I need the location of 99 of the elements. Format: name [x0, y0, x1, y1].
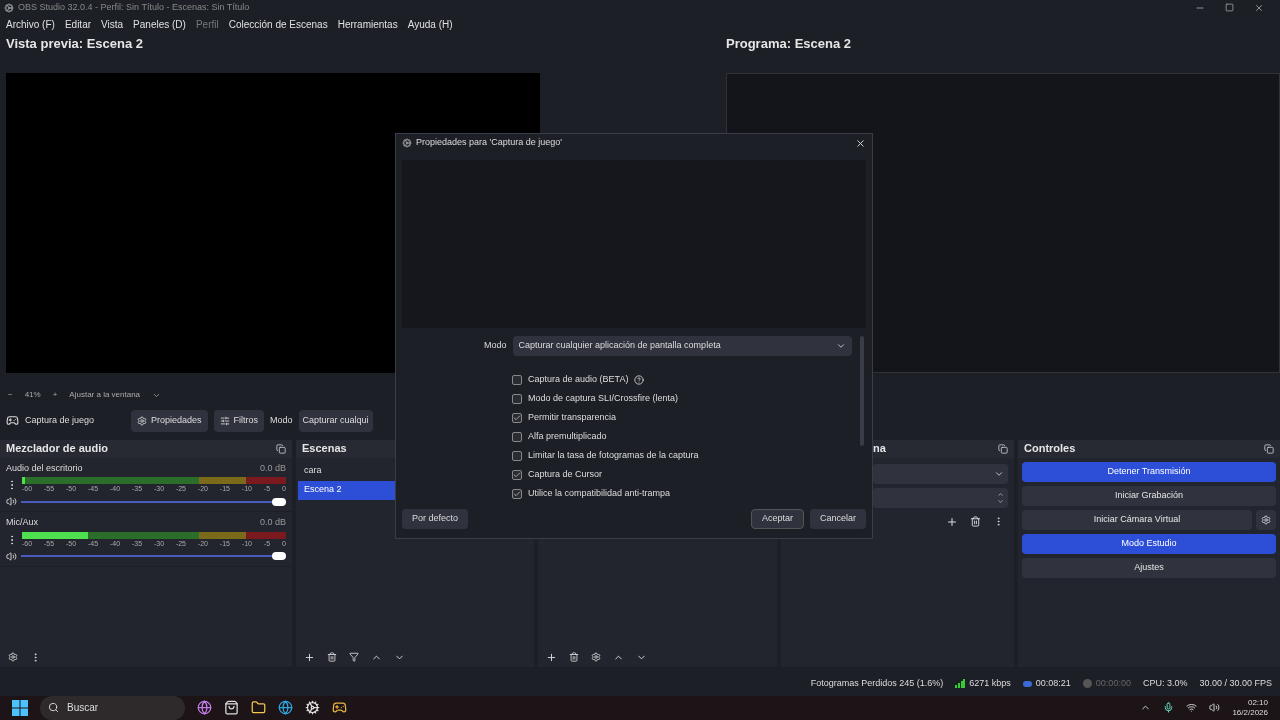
zoom-level: 41%	[24, 389, 41, 402]
mode-dropdown[interactable]: Capturar cualquier aplicación de pantalla completa	[512, 336, 852, 356]
dock-title: Mezclador de audio	[6, 441, 109, 457]
bitrate: 6271 kbps	[969, 676, 1011, 690]
browser-icon[interactable]	[278, 700, 293, 716]
checkbox[interactable]	[512, 394, 522, 404]
add-icon[interactable]	[946, 515, 958, 528]
control-button[interactable]: Ajustes	[1022, 557, 1276, 578]
control-button[interactable]: Iniciar Grabación	[1022, 485, 1276, 506]
control-button[interactable]: Modo Estudio	[1022, 533, 1276, 554]
settings-button[interactable]	[1256, 509, 1276, 530]
undock-icon[interactable]	[998, 443, 1008, 454]
dock-title: na	[873, 441, 886, 457]
trash-icon[interactable]	[327, 652, 337, 663]
gear-icon	[1261, 514, 1271, 525]
source-name: Captura de juego	[25, 414, 96, 428]
search-icon	[48, 702, 59, 714]
wifi-icon[interactable]	[1186, 702, 1198, 714]
program-title: Programa: Escena 2	[726, 35, 852, 54]
decrement-icon[interactable]	[997, 497, 1004, 505]
record-time: 00:00:00	[1095, 676, 1131, 690]
checkbox-label: Limitar la tasa de fotogramas de la captura	[528, 449, 699, 463]
defaults-button[interactable]: Por defecto	[402, 509, 469, 529]
dropped-frames: Fotogramas Perdidos 245 (1.6%)	[810, 676, 944, 691]
gamepad-icon	[6, 414, 19, 428]
dock-title: Escenas	[302, 441, 347, 457]
trash-icon[interactable]	[569, 652, 579, 663]
signal-icon	[955, 679, 966, 688]
fit-window-option[interactable]: Ajustar a la ventana	[69, 389, 141, 402]
trash-icon[interactable]	[970, 515, 981, 527]
folder-icon[interactable]	[251, 700, 266, 716]
volume-icon[interactable]	[6, 550, 17, 562]
checkbox-label: Permitir transparencia	[528, 411, 617, 425]
close-icon[interactable]	[855, 137, 866, 149]
checkbox[interactable]	[512, 470, 522, 480]
caret-icon	[836, 341, 846, 351]
preview-title: Vista previa: Escena 2	[6, 35, 145, 54]
clock-date: 16/2/2026	[1232, 708, 1268, 718]
filter-icon[interactable]	[349, 652, 359, 663]
advanced-audio-icon[interactable]	[8, 652, 18, 663]
dock-title: Controles	[1024, 441, 1076, 457]
clock-time: 02:10	[1247, 698, 1268, 708]
stream-time: 00:08:21	[1035, 676, 1071, 690]
channel-reading: 0.0 dB	[259, 516, 286, 530]
menu-item[interactable]: Herramientas	[337, 16, 398, 32]
checkbox-label: Utilice la compatibilidad anti-trampa	[528, 487, 671, 501]
add-icon[interactable]	[546, 651, 557, 663]
duration-field[interactable]	[873, 487, 1008, 508]
settings-icon[interactable]	[591, 652, 601, 663]
frame-rate: 30.00 / 30.00 FPS	[1199, 676, 1272, 690]
menu-item[interactable]: Ayuda (H)	[407, 16, 453, 32]
checkbox[interactable]	[512, 489, 522, 499]
volume-icon[interactable]	[1209, 702, 1221, 714]
zoom-out-button[interactable]: −	[8, 389, 13, 402]
undock-icon[interactable]	[276, 443, 286, 454]
dialog-title: Propiedades para 'Captura de juego'	[416, 136, 563, 150]
maximize-icon[interactable]	[1225, 2, 1234, 12]
checkbox-label: Captura de audio (BETA)	[528, 373, 629, 387]
checkbox[interactable]	[512, 413, 522, 423]
menu-item[interactable]: Colección de Escenas	[228, 16, 328, 32]
add-icon[interactable]	[304, 651, 315, 663]
checkbox-label: Modo de captura SLI/Crossfire (lenta)	[528, 392, 679, 406]
menu-item[interactable]: Vista	[101, 16, 124, 32]
mode-label: Modo	[484, 339, 507, 353]
microphone-icon[interactable]	[1163, 702, 1175, 714]
store-icon[interactable]	[224, 700, 239, 716]
menu-item[interactable]: Paneles (D)	[133, 16, 186, 32]
increment-icon[interactable]	[997, 490, 1004, 498]
taskbar-search-field[interactable]: Buscar	[40, 696, 185, 720]
control-button[interactable]: Detener Transmisión	[1022, 461, 1276, 482]
checkbox-label: Alfa premultiplicado	[528, 430, 607, 444]
volume-icon[interactable]	[6, 496, 17, 508]
zoom-in-button[interactable]: +	[52, 389, 58, 402]
checkbox[interactable]	[512, 451, 522, 461]
close-icon[interactable]	[1254, 2, 1264, 13]
undock-icon[interactable]	[1264, 443, 1274, 454]
checkbox[interactable]	[512, 375, 522, 385]
checkbox[interactable]	[512, 432, 522, 442]
filters-button[interactable]: Filtros	[213, 409, 265, 432]
channel-name: Mic/Aux	[6, 516, 38, 530]
control-button[interactable]: Iniciar Cámara Virtual	[1022, 509, 1252, 530]
help-icon[interactable]	[634, 375, 645, 385]
start-icon[interactable]	[12, 700, 28, 716]
cancel-button[interactable]: Cancelar	[809, 509, 866, 529]
cpu-usage: CPU: 3.0%	[1142, 676, 1188, 690]
channel-name: Audio del escritorio	[6, 461, 83, 475]
sliders-icon	[219, 415, 230, 426]
window-title: OBS Studio 32.0.4 - Perfil: Sin Título - Escenas: Sin Título	[18, 1, 250, 15]
properties-button[interactable]: Propiedades	[131, 409, 208, 432]
volume-slider[interactable]	[21, 551, 286, 562]
accept-button[interactable]: Aceptar	[750, 509, 804, 529]
menu-item[interactable]: Editar	[64, 16, 92, 32]
mode-label: Modo	[270, 414, 293, 428]
volume-slider[interactable]	[21, 496, 286, 507]
gear-icon	[137, 415, 147, 426]
channel-reading: 0.0 dB	[259, 461, 286, 475]
mode-dropdown[interactable]: Capturar cualqui	[298, 409, 373, 432]
menu-item[interactable]: Archivo (F)	[6, 16, 55, 32]
checkbox-label: Captura de Cursor	[528, 468, 603, 482]
